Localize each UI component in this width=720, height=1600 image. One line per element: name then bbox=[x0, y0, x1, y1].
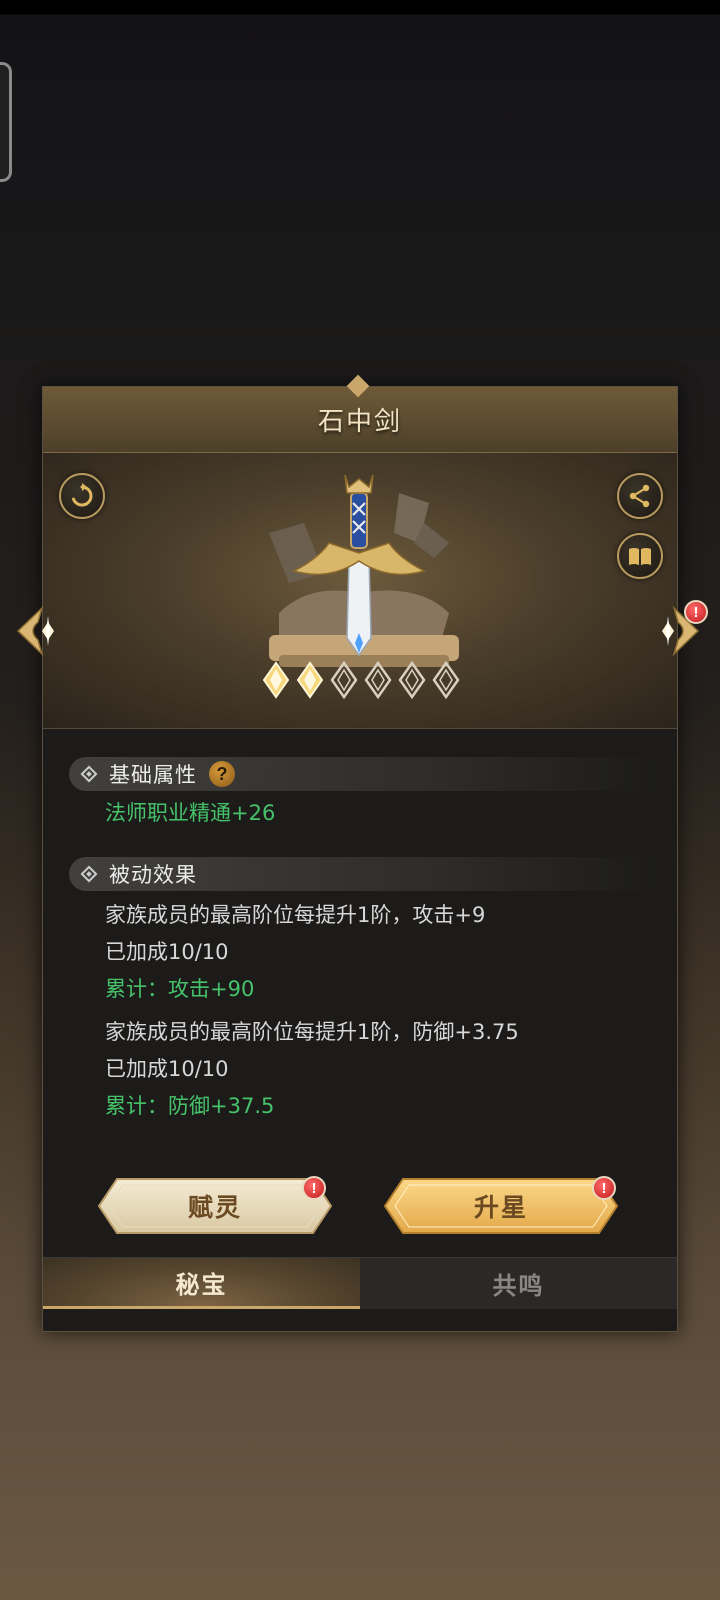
effect-progress: 已加成10/10 bbox=[105, 1057, 229, 1081]
side-handle[interactable] bbox=[0, 62, 12, 182]
basic-stat: 法师职业精通+26 bbox=[105, 801, 276, 825]
tab-label: 秘宝 bbox=[175, 1269, 228, 1299]
star-diamond-icon bbox=[398, 661, 426, 699]
arrow-left-icon[interactable] bbox=[12, 604, 66, 658]
section-title: 被动效果 bbox=[109, 863, 197, 887]
star-diamond-icon bbox=[364, 661, 392, 699]
star-rating bbox=[261, 661, 461, 701]
basic-attributes-header: 基础属性 ? bbox=[69, 757, 659, 791]
effect-description: 家族成员的最高阶位每提升1阶，防御+3.75 bbox=[105, 1020, 519, 1044]
alert-icon: ! bbox=[592, 1176, 616, 1200]
star-diamond-icon bbox=[262, 661, 290, 699]
sword-pommel bbox=[344, 474, 374, 494]
star-diamond-icon bbox=[330, 661, 358, 699]
refresh-button[interactable] bbox=[59, 473, 105, 519]
bullet-icon bbox=[80, 765, 98, 783]
share-button[interactable] bbox=[617, 473, 663, 519]
refresh-icon bbox=[72, 483, 93, 507]
tab-resonance[interactable]: 共鸣 bbox=[360, 1258, 677, 1309]
tab-bar: 秘宝 共鸣 bbox=[43, 1257, 677, 1309]
star-diamond-icon bbox=[432, 661, 460, 699]
enchant-label: 赋灵 bbox=[187, 1193, 242, 1222]
effect-total: 累计：攻击+90 bbox=[105, 977, 255, 1001]
effect-total: 累计：防御+37.5 bbox=[105, 1094, 275, 1118]
artifact-panel: 石中剑 基础属性 ? 法师职业精通+26 被动效果 家族成员的最高阶位每提升1阶… bbox=[42, 386, 678, 1332]
share-icon bbox=[629, 484, 650, 508]
effect-description: 家族成员的最高阶位每提升1阶，攻击+9 bbox=[105, 903, 486, 927]
book-icon bbox=[629, 548, 651, 565]
section-title: 基础属性 bbox=[109, 763, 197, 787]
bullet-icon bbox=[80, 865, 98, 883]
title-bar: 石中剑 bbox=[43, 387, 677, 453]
artifact-display bbox=[43, 453, 677, 729]
tab-label: 共鸣 bbox=[492, 1271, 545, 1300]
star-diamond-icon bbox=[296, 661, 324, 699]
alert-icon: ! bbox=[684, 600, 708, 624]
codex-button[interactable] bbox=[617, 533, 663, 579]
effect-progress: 已加成10/10 bbox=[105, 940, 229, 964]
enchant-button[interactable]: 赋灵 bbox=[97, 1175, 333, 1237]
alert-icon: ! bbox=[302, 1176, 326, 1200]
tab-treasure[interactable]: 秘宝 bbox=[43, 1258, 360, 1309]
help-icon[interactable]: ? bbox=[209, 761, 235, 787]
sword-grip bbox=[350, 492, 368, 549]
passive-effects-header: 被动效果 bbox=[69, 857, 659, 891]
star-up-button[interactable]: 升星 bbox=[383, 1175, 619, 1237]
star-up-label: 升星 bbox=[473, 1193, 528, 1222]
artifact-name: 石中剑 bbox=[317, 407, 402, 437]
